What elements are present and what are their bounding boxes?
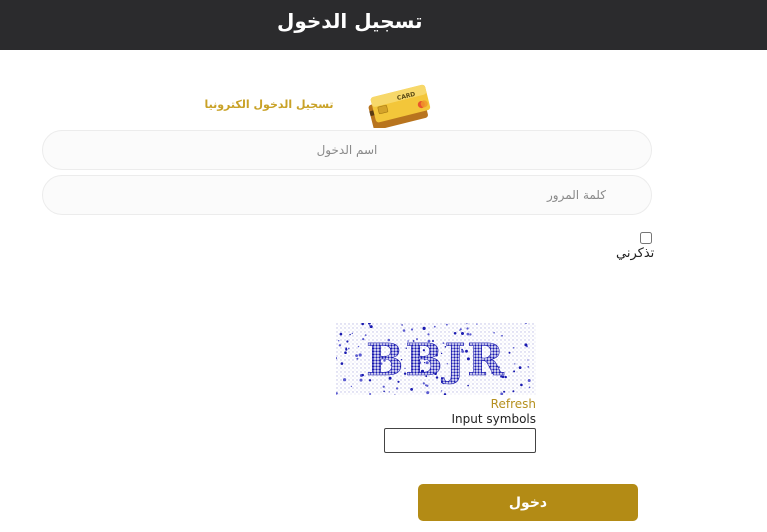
captcha-input[interactable] — [384, 428, 536, 453]
login-button[interactable]: دخول — [418, 484, 638, 521]
remember-me-label: تذكرني — [616, 246, 655, 261]
password-input[interactable] — [42, 175, 652, 215]
username-input[interactable] — [42, 130, 652, 170]
page-title: تسجيل الدخول — [277, 9, 423, 33]
remember-me-checkbox[interactable] — [640, 232, 652, 244]
captcha-image: BBJR — [336, 323, 536, 395]
captcha-refresh-link[interactable]: Refresh — [491, 397, 536, 411]
captcha-input-label: Input symbols — [451, 412, 536, 426]
login-subtitle: تسجيل الدخول الكترونيا — [204, 98, 334, 111]
captcha-text: BBJR — [366, 335, 506, 386]
top-header-bar: تسجيل الدخول — [0, 0, 767, 50]
credit-card-icon: CARD — [368, 84, 431, 128]
